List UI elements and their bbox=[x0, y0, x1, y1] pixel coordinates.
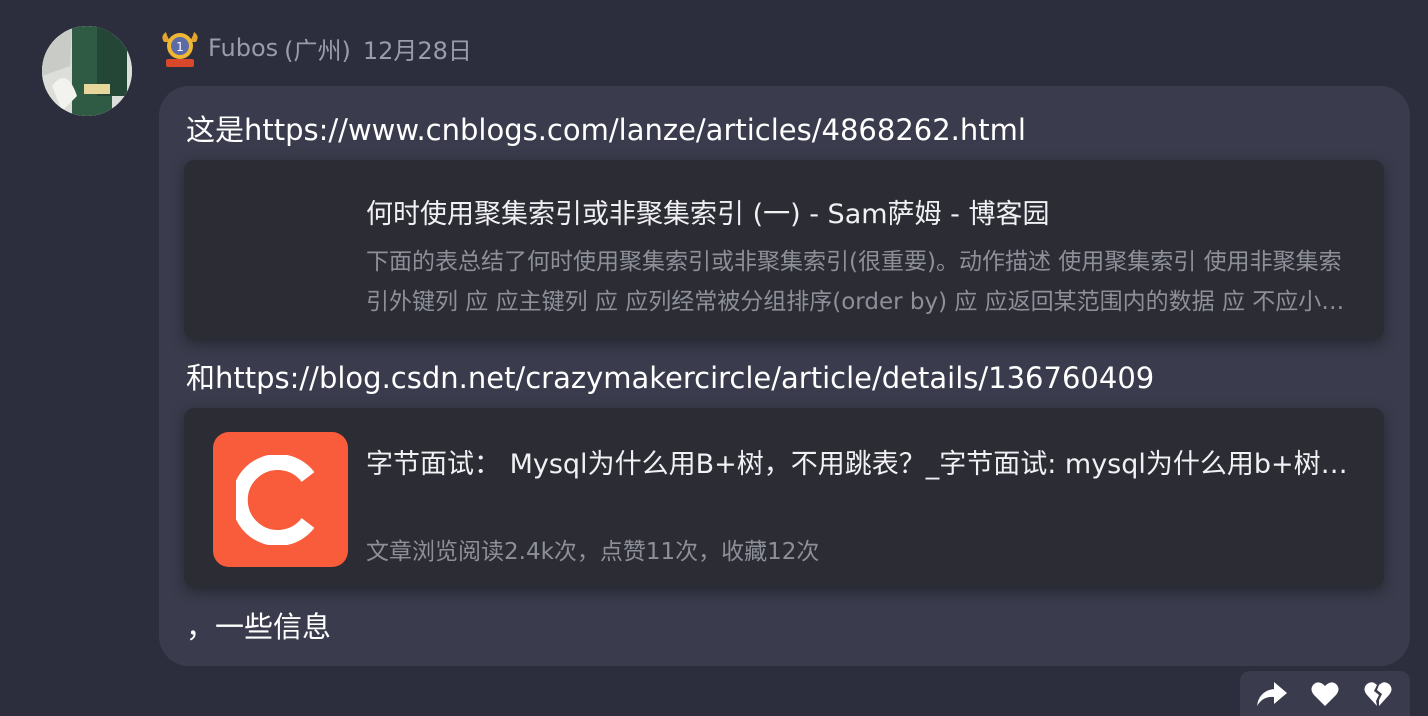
message-actions bbox=[1240, 671, 1410, 716]
message-date: 12月28日 bbox=[362, 36, 472, 65]
author-name[interactable]: Fubos bbox=[208, 34, 278, 62]
chat-message: 1 Fubos (广州) 12月28日 这是https://www.cnblog… bbox=[0, 0, 1428, 716]
message-text-line[interactable]: 这是https://www.cnblogs.com/lanze/articles… bbox=[186, 112, 1026, 148]
svg-text:1: 1 bbox=[176, 40, 184, 54]
broken-heart-icon[interactable] bbox=[1361, 677, 1395, 711]
link-preview-card[interactable]: 何时使用聚集索引或非聚集索引 (一) - Sam萨姆 - 博客园 下面的表总结了… bbox=[184, 160, 1384, 340]
message-meta: 1 Fubos (广州) 12月28日 bbox=[158, 28, 472, 68]
link-preview-stats: 文章浏览阅读2.4k次，点赞11次，收藏12次 bbox=[366, 539, 820, 565]
link-preview-title: 何时使用聚集索引或非聚集索引 (一) - Sam萨姆 - 博客园 bbox=[366, 199, 1050, 230]
link-preview-title: 字节面试： Mysql为什么用B+树，不用跳表？_字节面试: mysql为什么用… bbox=[366, 449, 1356, 480]
share-icon[interactable] bbox=[1255, 677, 1289, 711]
medal-icon: 1 bbox=[158, 28, 202, 68]
csdn-logo-icon bbox=[213, 432, 348, 567]
heart-icon[interactable] bbox=[1308, 677, 1342, 711]
message-text-line: ，一些信息 bbox=[186, 610, 332, 644]
link-preview-description: 下面的表总结了何时使用聚集索引或非聚集索引(很重要)。动作描述 使用聚集索引 使… bbox=[366, 249, 1345, 315]
avatar[interactable] bbox=[42, 26, 132, 116]
link-preview-card[interactable]: 字节面试： Mysql为什么用B+树，不用跳表？_字节面试: mysql为什么用… bbox=[184, 408, 1384, 588]
message-text-line[interactable]: 和https://blog.csdn.net/crazymakercircle/… bbox=[186, 360, 1154, 396]
author-location: (广州) bbox=[284, 36, 351, 65]
